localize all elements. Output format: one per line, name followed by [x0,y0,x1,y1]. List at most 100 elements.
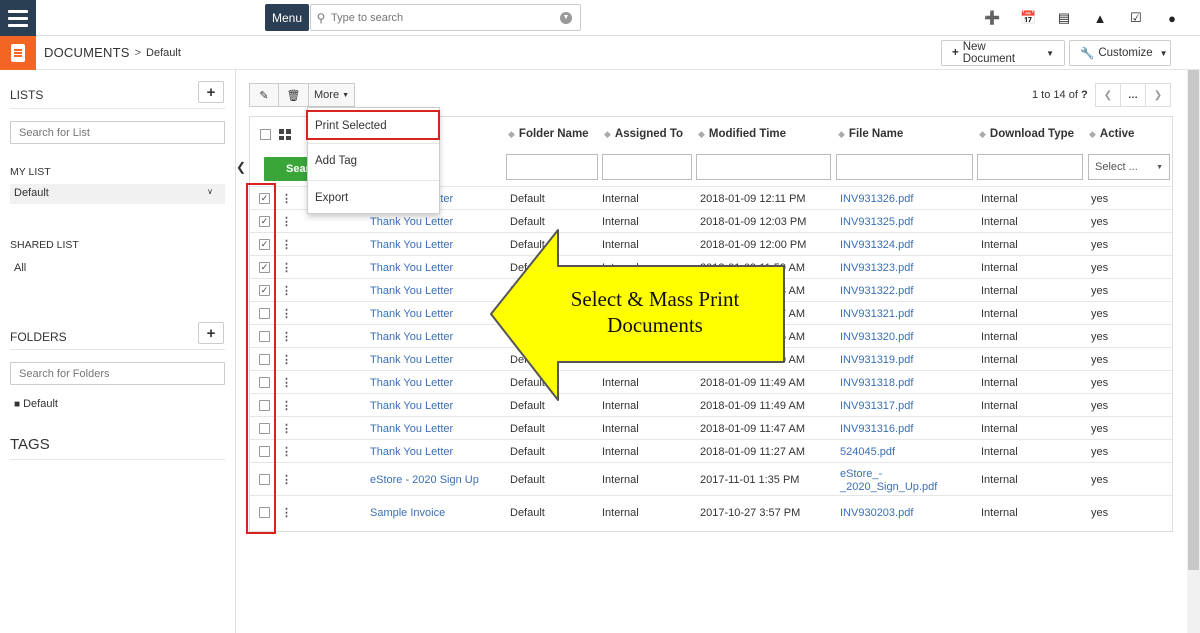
row-actions-icon[interactable]: ⋮ [281,307,292,320]
row-title-link[interactable]: Thank You Letter [370,285,453,297]
row-title-link[interactable]: Thank You Letter [370,423,453,435]
global-search-input[interactable] [331,11,560,24]
global-search[interactable]: ⚲ ▼ [310,4,581,31]
row-title-link[interactable]: Thank You Letter [370,239,453,251]
prev-page-button[interactable]: ❮ [1095,83,1121,107]
column-active[interactable]: ◆ Active [1089,128,1134,140]
filter-download-type[interactable] [977,154,1083,180]
collapse-sidebar-icon[interactable]: ❮ [236,160,246,174]
folder-item-default[interactable]: ■ Default [14,398,58,410]
row-file-link[interactable]: INV931319.pdf [840,354,913,366]
more-label: More [314,89,340,101]
menu-button[interactable]: Menu [265,4,309,31]
row-file-link[interactable]: INV931324.pdf [840,239,913,251]
row-actions-icon[interactable]: ⋮ [281,353,292,366]
search-folders-input[interactable] [10,362,225,385]
new-document-button[interactable]: + New Document ▼ [941,40,1065,66]
filter-modified-time[interactable] [696,154,831,180]
row-file-link[interactable]: eStore_- _2020_Sign_Up.pdf [840,468,937,494]
select-all-checkbox[interactable] [260,129,271,140]
divider [10,349,225,350]
plus-circle-icon[interactable]: ➕ [984,10,1000,26]
table-row[interactable]: ⋮ Thank You Letter Default Internal 2018-01-… [250,416,1172,439]
row-file-link[interactable]: INV931318.pdf [840,377,913,389]
lists-title: LISTS [10,88,44,102]
calendar-icon[interactable]: 📅 [1020,10,1036,26]
menu-item-add-tag[interactable]: Add Tag [315,155,357,167]
search-list-input[interactable] [10,121,225,144]
more-button[interactable]: More ▼ [308,83,355,107]
filter-active-select[interactable]: Select ... ▼ [1088,154,1170,180]
row-file-link[interactable]: INV931321.pdf [840,308,913,320]
row-title-link[interactable]: Sample Invoice [370,507,445,519]
row-actions-icon[interactable]: ⋮ [281,215,292,228]
scrollbar-thumb[interactable] [1188,70,1199,570]
row-file-link[interactable]: INV931317.pdf [840,400,913,412]
row-title-link[interactable]: Thank You Letter [370,262,453,274]
column-modified-time[interactable]: ◆ Modified Time [698,128,786,140]
row-actions-icon[interactable]: ⋮ [281,422,292,435]
row-title-link[interactable]: eStore - 2020 Sign Up [370,474,479,486]
table-row[interactable]: ⋮ Sample Invoice Default Internal 2017-10-27… [250,495,1172,528]
page-jump-button[interactable]: … [1120,83,1146,107]
row-file-link[interactable]: 524045.pdf [840,446,895,458]
row-actions-icon[interactable]: ⋮ [281,506,292,519]
customize-button[interactable]: 🔧 Customize ▼ [1069,40,1171,66]
caret-down-icon: ▼ [342,91,349,99]
row-actions-icon[interactable]: ⋮ [281,376,292,389]
row-actions-icon[interactable]: ⋮ [281,261,292,274]
hamburger-menu-icon[interactable] [0,0,36,36]
edit-button[interactable]: ✎ [249,83,279,107]
row-file-link[interactable]: INV931325.pdf [840,216,913,228]
row-file-link[interactable]: INV931323.pdf [840,262,913,274]
next-page-button[interactable]: ❯ [1145,83,1171,107]
row-actions-icon[interactable]: ⋮ [281,192,292,205]
grid-view-icon[interactable] [279,129,291,140]
filter-folder-name[interactable] [506,154,598,180]
row-title-link[interactable]: Thank You Letter [370,354,453,366]
row-title-link[interactable]: Thank You Letter [370,377,453,389]
user-icon[interactable]: ● [1164,11,1180,26]
filter-assigned-to[interactable] [602,154,692,180]
row-title-link[interactable]: Thank You Letter [370,216,453,228]
row-file-link[interactable]: INV931320.pdf [840,331,913,343]
row-actions-icon[interactable]: ⋮ [281,284,292,297]
checkbox-icon[interactable]: ☑ [1128,10,1144,26]
menu-item-export[interactable]: Export [315,192,348,204]
filter-file-name[interactable] [836,154,973,180]
bar-chart-icon[interactable]: ▤ [1056,10,1072,26]
column-folder-name[interactable]: ◆ Folder Name [508,128,589,140]
row-title-link[interactable]: Thank You Letter [370,400,453,412]
my-list-select[interactable]: Default ∨ [10,184,225,204]
pager-total[interactable]: ? [1081,89,1088,101]
row-file-link[interactable]: INV931326.pdf [840,193,913,205]
row-file-link[interactable]: INV931322.pdf [840,285,913,297]
row-modified: 2018-01-09 11:47 AM [700,423,805,435]
folder-item-label: Default [23,398,58,410]
row-title-link[interactable]: Thank You Letter [370,331,453,343]
column-download-type[interactable]: ◆ Download Type [979,128,1074,140]
area-chart-icon[interactable]: ▲ [1092,11,1108,26]
add-folder-button[interactable]: + [198,322,224,344]
column-assigned-to[interactable]: ◆ Assigned To [604,128,683,140]
left-sidebar: LISTS + MY LIST Default ∨ SHARED LIST Al… [0,70,236,633]
row-actions-icon[interactable]: ⋮ [281,399,292,412]
row-actions-icon[interactable]: ⋮ [281,330,292,343]
column-file-name[interactable]: ◆ File Name [838,128,903,140]
row-modified: 2017-10-27 3:57 PM [700,507,801,519]
row-actions-icon[interactable]: ⋮ [281,238,292,251]
row-file-link[interactable]: INV930203.pdf [840,507,913,519]
row-actions-icon[interactable]: ⋮ [281,473,292,486]
breadcrumb-module[interactable]: DOCUMENTS [44,45,130,60]
row-file-link[interactable]: INV931316.pdf [840,423,913,435]
delete-button[interactable]: 🗑 [278,83,309,107]
shared-list-item[interactable]: All [14,262,26,274]
row-actions-icon[interactable]: ⋮ [281,445,292,458]
add-list-button[interactable]: + [198,81,224,103]
row-title-link[interactable]: Thank You Letter [370,308,453,320]
table-row[interactable]: ⋮ Thank You Letter Default Internal 2018-01-… [250,439,1172,462]
row-title-link[interactable]: Thank You Letter [370,446,453,458]
row-assigned: Internal [602,474,639,486]
table-row[interactable]: ⋮ eStore - 2020 Sign Up Default Internal 201… [250,462,1172,495]
chevron-down-icon[interactable]: ▼ [560,11,572,24]
